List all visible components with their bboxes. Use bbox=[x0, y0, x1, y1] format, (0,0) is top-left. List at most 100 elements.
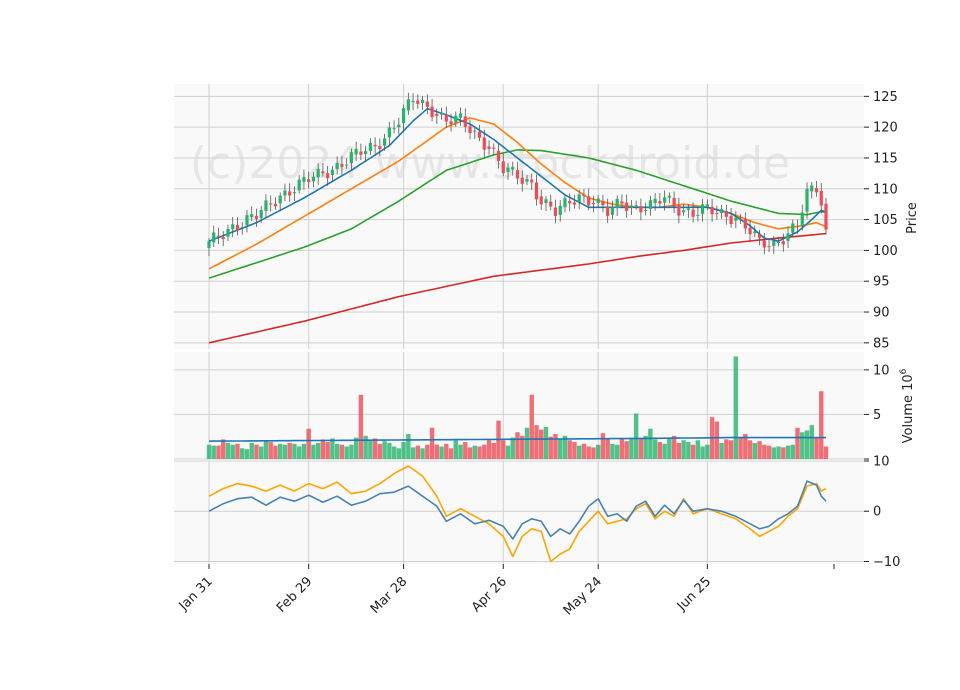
volume-bar bbox=[363, 435, 368, 459]
volume-bar bbox=[600, 433, 606, 459]
candle-body bbox=[596, 198, 600, 203]
candle-body bbox=[625, 202, 629, 211]
candle-body bbox=[663, 197, 667, 203]
volume-bar bbox=[781, 447, 786, 459]
volume-bar bbox=[534, 425, 539, 459]
candle-body bbox=[558, 205, 562, 215]
volume-bar bbox=[648, 428, 653, 459]
volume-bar bbox=[762, 444, 767, 459]
candle-body bbox=[786, 233, 790, 242]
candle-body bbox=[734, 217, 738, 221]
volume-bar bbox=[425, 444, 430, 459]
volume-bar bbox=[377, 443, 383, 459]
volume-bar bbox=[444, 443, 449, 459]
candle-body bbox=[439, 112, 444, 115]
volume-bar bbox=[486, 440, 492, 459]
candle-body bbox=[748, 227, 752, 235]
volume-bar bbox=[358, 394, 364, 459]
candle-body bbox=[212, 232, 216, 243]
volume-bar bbox=[349, 444, 354, 459]
volume-axis-tick-label: 5 bbox=[873, 408, 881, 423]
candle-body bbox=[682, 210, 686, 213]
volume-bar bbox=[776, 446, 781, 459]
volume-bar bbox=[619, 438, 625, 459]
candle-body bbox=[354, 148, 358, 155]
volume-bar bbox=[714, 421, 720, 459]
volume-bar bbox=[206, 444, 212, 459]
candle-body bbox=[278, 195, 282, 204]
candle-body bbox=[615, 198, 619, 208]
volume-bar bbox=[216, 445, 221, 459]
candle-body bbox=[383, 138, 387, 146]
candle-body bbox=[601, 201, 605, 206]
oscillator-axis-tick-label: 10 bbox=[873, 455, 890, 470]
volume-bar bbox=[548, 436, 553, 459]
volume-bar bbox=[558, 438, 563, 459]
candle-body bbox=[705, 204, 709, 208]
volume-bar bbox=[467, 447, 473, 459]
candle-body bbox=[805, 188, 809, 212]
candle-body bbox=[587, 196, 591, 206]
candle-body bbox=[501, 161, 505, 174]
candle-body bbox=[814, 188, 819, 193]
candle-body bbox=[568, 201, 572, 204]
candle-body bbox=[458, 113, 463, 118]
candle-body bbox=[345, 164, 349, 166]
volume-bar bbox=[633, 413, 639, 459]
x-axis-tick-label: Jan 31 bbox=[176, 574, 216, 614]
candle-body bbox=[563, 198, 567, 208]
volume-bar bbox=[524, 427, 530, 459]
volume-bar bbox=[501, 440, 506, 459]
volume-bar bbox=[662, 443, 667, 459]
volume-bar bbox=[690, 444, 696, 459]
volume-bar bbox=[320, 439, 326, 459]
candle-body bbox=[757, 234, 762, 238]
candle-body bbox=[772, 241, 776, 246]
x-axis-tick-label: May 24 bbox=[561, 574, 605, 618]
volume-bar bbox=[235, 443, 240, 459]
volume-bar bbox=[728, 440, 734, 459]
volume-bar bbox=[325, 442, 330, 459]
volume-bar bbox=[396, 448, 402, 459]
candle-body bbox=[487, 146, 491, 149]
volume-bar bbox=[472, 445, 477, 459]
volume-bar bbox=[221, 439, 226, 459]
candle-body bbox=[392, 128, 396, 130]
volume-bar bbox=[605, 439, 610, 459]
volume-bar bbox=[505, 445, 511, 459]
candle-body bbox=[454, 115, 458, 123]
volume-bar bbox=[695, 440, 701, 459]
price-axis-tick-label: 95 bbox=[873, 275, 890, 290]
volume-axis-tick-label: 10 bbox=[873, 363, 890, 378]
candle-body bbox=[482, 137, 486, 150]
price-axis-tick-label: 125 bbox=[873, 90, 898, 105]
candle-body bbox=[245, 215, 249, 226]
candle-body bbox=[544, 199, 548, 204]
candle-body bbox=[791, 223, 795, 233]
x-axis-tick-label: Jun 25 bbox=[674, 574, 714, 614]
candle-body bbox=[530, 179, 534, 183]
volume-bar bbox=[273, 445, 278, 459]
candle-body bbox=[819, 190, 823, 206]
candle-body bbox=[781, 241, 785, 245]
candle-body bbox=[639, 206, 643, 213]
volume-bar bbox=[638, 438, 644, 459]
volume-bar bbox=[667, 437, 672, 459]
candle-body bbox=[686, 208, 690, 210]
volume-bar bbox=[790, 444, 795, 459]
volume-bar bbox=[244, 449, 250, 459]
candle-body bbox=[520, 177, 524, 184]
volume-bar bbox=[477, 446, 482, 459]
candle-body bbox=[349, 152, 353, 163]
volume-bar bbox=[686, 442, 691, 459]
volume-bar bbox=[249, 442, 254, 459]
price-axis-tick-label: 100 bbox=[873, 244, 898, 259]
volume-bar bbox=[766, 445, 772, 459]
volume-bar bbox=[657, 442, 663, 459]
candle-body bbox=[677, 205, 681, 216]
volume-bar bbox=[752, 442, 758, 459]
candle-body bbox=[463, 116, 467, 127]
candle-body bbox=[430, 106, 434, 118]
volume-bar bbox=[263, 440, 269, 459]
candle-body bbox=[515, 169, 520, 179]
